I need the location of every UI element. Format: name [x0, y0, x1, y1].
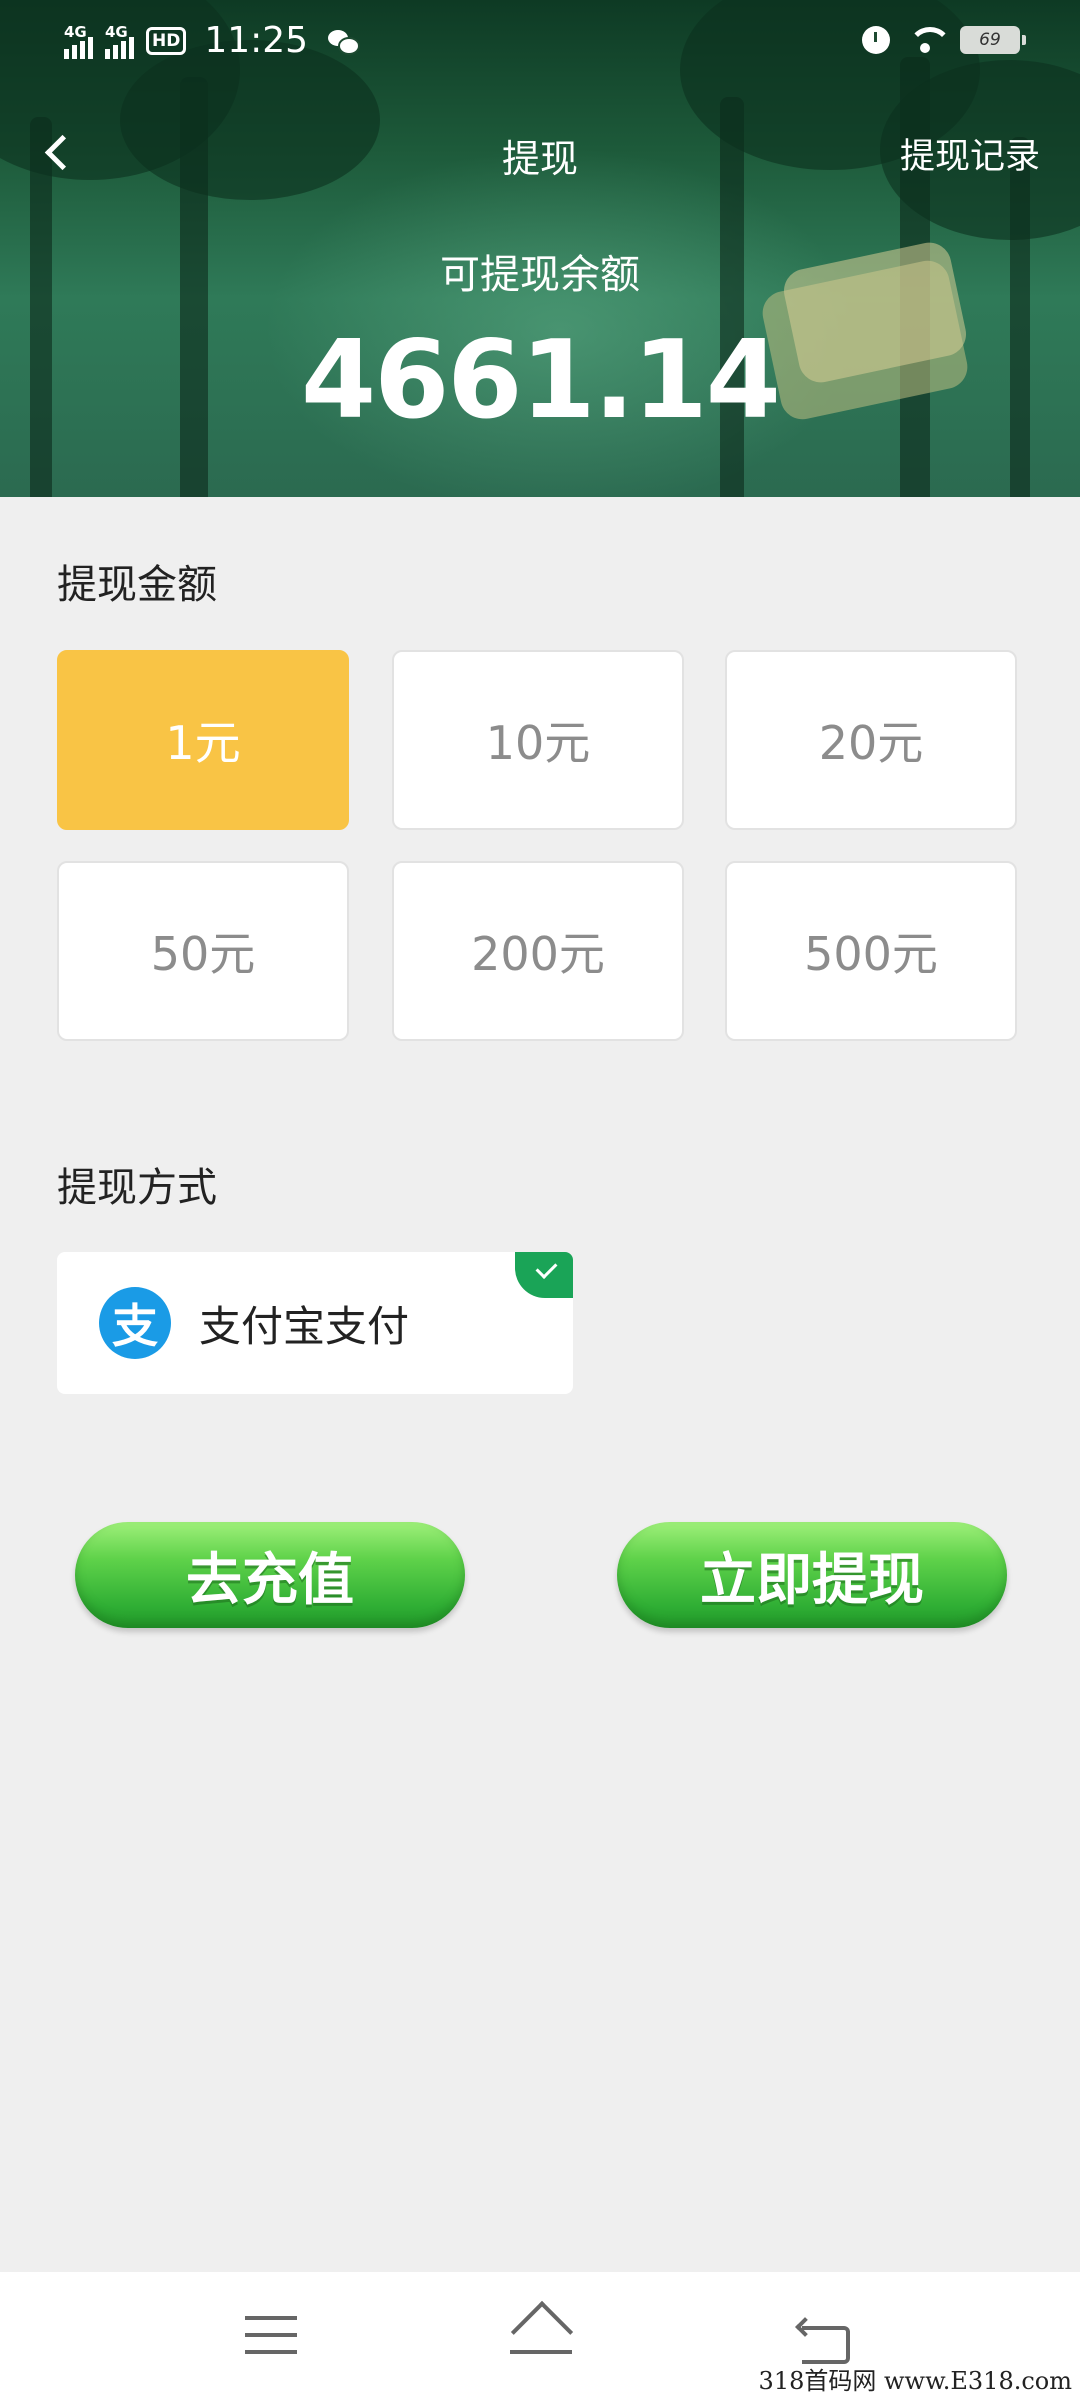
status-bar: 4G 4G HD 11:25 69 [0, 0, 1080, 84]
menu-icon[interactable] [245, 2316, 297, 2356]
signal-icon: 4G [64, 23, 93, 59]
wifi-icon [908, 27, 952, 53]
balance-value: 4661.14 [301, 318, 781, 443]
amount-option-label: 10元 [485, 716, 591, 770]
wechat-icon [328, 28, 361, 55]
balance-label: 可提现余额 [440, 252, 640, 298]
withdraw-record-link[interactable]: 提现记录 [900, 128, 1040, 179]
amount-option-200[interactable]: 200元 [392, 861, 684, 1041]
method-section-title: 提现方式 [57, 1165, 217, 1211]
hd-icon: HD [146, 26, 187, 55]
alarm-icon [862, 26, 890, 54]
amount-option-label: 1元 [165, 716, 241, 770]
home-icon[interactable] [506, 2306, 576, 2360]
amount-section-title: 提现金额 [57, 562, 217, 608]
amount-option-50[interactable]: 50元 [57, 861, 349, 1041]
header-banner: 4G 4G HD 11:25 69 提现 提现记录 可提现余额 4661.14 [0, 0, 1080, 497]
watermark-text: 318首码网 www.E318.com [758, 2367, 1072, 2395]
alipay-method-option[interactable]: 支 支付宝支付 [57, 1252, 573, 1394]
amount-option-label: 20元 [818, 716, 924, 770]
alipay-icon: 支 [99, 1287, 171, 1359]
network-type-label: 4G [64, 22, 87, 41]
status-time: 11:25 [204, 20, 309, 61]
withdraw-now-button[interactable]: 立即提现 [617, 1522, 1007, 1628]
amount-option-label: 200元 [471, 927, 605, 981]
amount-option-10[interactable]: 10元 [392, 650, 684, 830]
recharge-button[interactable]: 去充值 [75, 1522, 465, 1628]
payment-method-label: 支付宝支付 [199, 1301, 410, 1351]
amount-option-1[interactable]: 1元 [57, 650, 349, 830]
back-icon[interactable] [796, 2316, 850, 2364]
amount-option-label: 50元 [150, 927, 256, 981]
amount-option-label: 500元 [804, 927, 938, 981]
battery-icon: 69 [960, 26, 1026, 54]
check-icon [515, 1252, 573, 1298]
amount-option-20[interactable]: 20元 [725, 650, 1017, 830]
signal-icon: 4G [105, 23, 134, 59]
network-type-label: 4G [105, 22, 128, 41]
amount-option-500[interactable]: 500元 [725, 861, 1017, 1041]
